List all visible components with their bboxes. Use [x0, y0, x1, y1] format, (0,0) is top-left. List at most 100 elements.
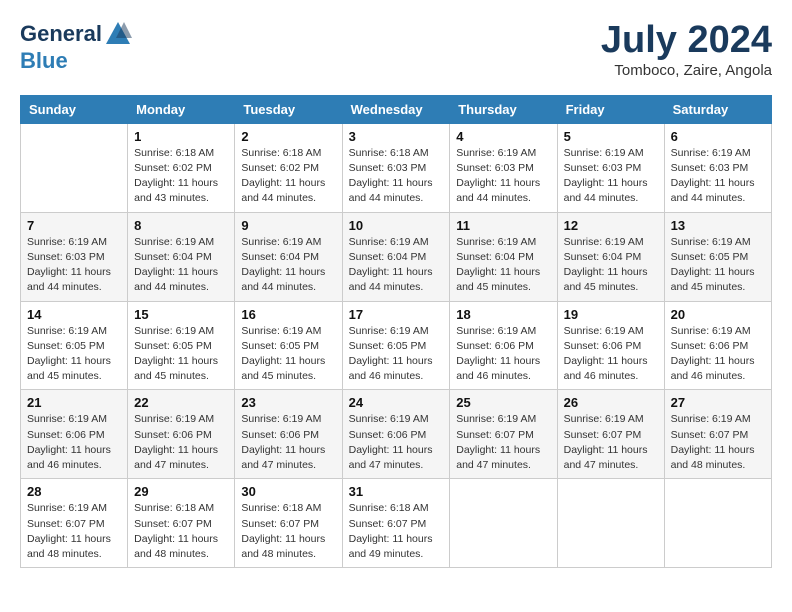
- title-section: July 2024 Tomboco, Zaire, Angola: [601, 20, 772, 79]
- day-number: 26: [564, 395, 658, 410]
- day-number: 11: [456, 218, 550, 233]
- calendar-cell: 13 Sunrise: 6:19 AM Sunset: 6:05 PM Dayli…: [664, 212, 771, 301]
- day-info: Sunrise: 6:19 AM Sunset: 6:04 PM Dayligh…: [241, 235, 335, 296]
- day-number: 9: [241, 218, 335, 233]
- day-number: 2: [241, 129, 335, 144]
- calendar-week-row: 14Sunrise: 6:19 AM Sunset: 6:05 PM Dayli…: [21, 301, 772, 390]
- logo-blue: Blue: [20, 48, 68, 73]
- calendar-cell: 26 Sunrise: 6:19 AM Sunset: 6:07 PM Dayli…: [557, 390, 664, 479]
- day-number: 22: [134, 395, 228, 410]
- calendar-header-row: SundayMondayTuesdayWednesdayThursdayFrid…: [21, 95, 772, 123]
- calendar-day-header: Tuesday: [235, 95, 342, 123]
- day-number: 10: [349, 218, 444, 233]
- month-year: July 2024: [601, 20, 772, 62]
- day-info: Sunrise: 6:19 AM Sunset: 6:05 PM Dayligh…: [134, 324, 228, 385]
- calendar-week-row: 1 Sunrise: 6:18 AM Sunset: 6:02 PM Daylig…: [21, 123, 772, 212]
- day-number: 13: [671, 218, 765, 233]
- day-number: 6: [671, 129, 765, 144]
- calendar-day-header: Monday: [128, 95, 235, 123]
- day-info: Sunrise: 6:19 AM Sunset: 6:07 PM Dayligh…: [671, 412, 765, 473]
- day-number: 29: [134, 484, 228, 499]
- calendar-cell: 15 Sunrise: 6:19 AM Sunset: 6:05 PM Dayli…: [128, 301, 235, 390]
- day-info: Sunrise: 6:19 AM Sunset: 6:06 PM Dayligh…: [134, 412, 228, 473]
- day-info: Sunrise: 6:18 AM Sunset: 6:02 PM Dayligh…: [134, 146, 228, 207]
- calendar-cell: [21, 123, 128, 212]
- day-number: 15: [134, 307, 228, 322]
- day-info: Sunrise: 6:18 AM Sunset: 6:03 PM Dayligh…: [349, 146, 444, 207]
- day-number: 28: [27, 484, 121, 499]
- calendar-cell: 1 Sunrise: 6:18 AM Sunset: 6:02 PM Daylig…: [128, 123, 235, 212]
- day-info: Sunrise: 6:19 AM Sunset: 6:06 PM Dayligh…: [27, 412, 121, 473]
- calendar-cell: 29 Sunrise: 6:18 AM Sunset: 6:07 PM Dayli…: [128, 479, 235, 568]
- calendar-cell: [450, 479, 557, 568]
- calendar-day-header: Thursday: [450, 95, 557, 123]
- calendar-day-header: Wednesday: [342, 95, 450, 123]
- logo-general: General: [20, 21, 102, 47]
- calendar-cell: 3 Sunrise: 6:18 AM Sunset: 6:03 PM Daylig…: [342, 123, 450, 212]
- calendar-cell: 11Sunrise: 6:19 AM Sunset: 6:04 PM Dayli…: [450, 212, 557, 301]
- calendar-week-row: 7 Sunrise: 6:19 AM Sunset: 6:03 PM Daylig…: [21, 212, 772, 301]
- calendar-cell: 14Sunrise: 6:19 AM Sunset: 6:05 PM Dayli…: [21, 301, 128, 390]
- day-number: 1: [134, 129, 228, 144]
- day-info: Sunrise: 6:19 AM Sunset: 6:05 PM Dayligh…: [27, 324, 121, 385]
- page-header: General Blue July 2024 Tomboco, Zaire, A…: [20, 20, 772, 79]
- day-number: 8: [134, 218, 228, 233]
- calendar-cell: 17Sunrise: 6:19 AM Sunset: 6:05 PM Dayli…: [342, 301, 450, 390]
- calendar-cell: 30 Sunrise: 6:18 AM Sunset: 6:07 PM Dayli…: [235, 479, 342, 568]
- day-number: 31: [349, 484, 444, 499]
- day-info: Sunrise: 6:19 AM Sunset: 6:06 PM Dayligh…: [456, 324, 550, 385]
- calendar-cell: [557, 479, 664, 568]
- day-number: 27: [671, 395, 765, 410]
- day-info: Sunrise: 6:19 AM Sunset: 6:03 PM Dayligh…: [456, 146, 550, 207]
- calendar-cell: 9 Sunrise: 6:19 AM Sunset: 6:04 PM Daylig…: [235, 212, 342, 301]
- day-number: 18: [456, 307, 550, 322]
- day-info: Sunrise: 6:19 AM Sunset: 6:06 PM Dayligh…: [671, 324, 765, 385]
- day-info: Sunrise: 6:19 AM Sunset: 6:04 PM Dayligh…: [134, 235, 228, 296]
- calendar-cell: 6 Sunrise: 6:19 AM Sunset: 6:03 PM Daylig…: [664, 123, 771, 212]
- calendar-cell: 18 Sunrise: 6:19 AM Sunset: 6:06 PM Dayli…: [450, 301, 557, 390]
- day-number: 16: [241, 307, 335, 322]
- day-number: 7: [27, 218, 121, 233]
- day-info: Sunrise: 6:18 AM Sunset: 6:07 PM Dayligh…: [241, 501, 335, 562]
- day-info: Sunrise: 6:19 AM Sunset: 6:04 PM Dayligh…: [564, 235, 658, 296]
- day-info: Sunrise: 6:19 AM Sunset: 6:06 PM Dayligh…: [349, 412, 444, 473]
- calendar-day-header: Friday: [557, 95, 664, 123]
- day-number: 12: [564, 218, 658, 233]
- calendar-cell: 21Sunrise: 6:19 AM Sunset: 6:06 PM Dayli…: [21, 390, 128, 479]
- day-info: Sunrise: 6:19 AM Sunset: 6:07 PM Dayligh…: [564, 412, 658, 473]
- day-number: 19: [564, 307, 658, 322]
- day-number: 23: [241, 395, 335, 410]
- calendar-cell: 5Sunrise: 6:19 AM Sunset: 6:03 PM Daylig…: [557, 123, 664, 212]
- day-info: Sunrise: 6:18 AM Sunset: 6:07 PM Dayligh…: [349, 501, 444, 562]
- day-info: Sunrise: 6:19 AM Sunset: 6:07 PM Dayligh…: [27, 501, 121, 562]
- day-info: Sunrise: 6:19 AM Sunset: 6:06 PM Dayligh…: [564, 324, 658, 385]
- day-info: Sunrise: 6:19 AM Sunset: 6:05 PM Dayligh…: [349, 324, 444, 385]
- day-number: 4: [456, 129, 550, 144]
- day-number: 3: [349, 129, 444, 144]
- calendar-day-header: Sunday: [21, 95, 128, 123]
- calendar-cell: 22 Sunrise: 6:19 AM Sunset: 6:06 PM Dayli…: [128, 390, 235, 479]
- day-info: Sunrise: 6:19 AM Sunset: 6:05 PM Dayligh…: [671, 235, 765, 296]
- day-number: 30: [241, 484, 335, 499]
- logo: General Blue: [20, 20, 132, 74]
- calendar-cell: 20Sunrise: 6:19 AM Sunset: 6:06 PM Dayli…: [664, 301, 771, 390]
- day-info: Sunrise: 6:18 AM Sunset: 6:02 PM Dayligh…: [241, 146, 335, 207]
- day-number: 5: [564, 129, 658, 144]
- calendar-cell: 27 Sunrise: 6:19 AM Sunset: 6:07 PM Dayli…: [664, 390, 771, 479]
- day-info: Sunrise: 6:19 AM Sunset: 6:03 PM Dayligh…: [27, 235, 121, 296]
- day-info: Sunrise: 6:18 AM Sunset: 6:07 PM Dayligh…: [134, 501, 228, 562]
- calendar-cell: [664, 479, 771, 568]
- calendar-cell: 8 Sunrise: 6:19 AM Sunset: 6:04 PM Daylig…: [128, 212, 235, 301]
- calendar-cell: 7 Sunrise: 6:19 AM Sunset: 6:03 PM Daylig…: [21, 212, 128, 301]
- calendar-cell: 25Sunrise: 6:19 AM Sunset: 6:07 PM Dayli…: [450, 390, 557, 479]
- calendar-cell: 24Sunrise: 6:19 AM Sunset: 6:06 PM Dayli…: [342, 390, 450, 479]
- day-info: Sunrise: 6:19 AM Sunset: 6:07 PM Dayligh…: [456, 412, 550, 473]
- calendar-cell: 23Sunrise: 6:19 AM Sunset: 6:06 PM Dayli…: [235, 390, 342, 479]
- calendar-cell: 12 Sunrise: 6:19 AM Sunset: 6:04 PM Dayli…: [557, 212, 664, 301]
- calendar-cell: 16Sunrise: 6:19 AM Sunset: 6:05 PM Dayli…: [235, 301, 342, 390]
- day-info: Sunrise: 6:19 AM Sunset: 6:04 PM Dayligh…: [349, 235, 444, 296]
- calendar-week-row: 21Sunrise: 6:19 AM Sunset: 6:06 PM Dayli…: [21, 390, 772, 479]
- calendar-cell: 28 Sunrise: 6:19 AM Sunset: 6:07 PM Dayli…: [21, 479, 128, 568]
- day-info: Sunrise: 6:19 AM Sunset: 6:03 PM Dayligh…: [671, 146, 765, 207]
- calendar-cell: 19 Sunrise: 6:19 AM Sunset: 6:06 PM Dayli…: [557, 301, 664, 390]
